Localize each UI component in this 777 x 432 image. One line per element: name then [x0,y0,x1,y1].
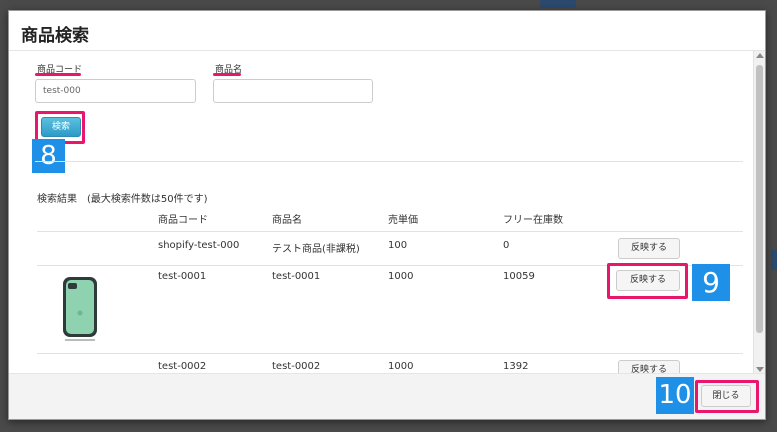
search-results-label: 検索結果 (最大検索件数は50件です) [37,194,208,205]
product-code-input[interactable]: test-000 [35,79,196,103]
table-header-divider [37,231,743,232]
row-name: test-0002 [272,361,321,372]
scrollbar-thumb[interactable] [756,65,763,333]
row-price: 1000 [388,271,414,282]
row-divider [37,353,743,354]
product-code-label-underline [35,73,81,76]
row-code: test-0002 [158,361,207,372]
scroll-down-icon[interactable] [756,367,764,372]
row-name: test-0001 [272,271,321,282]
row-price: 100 [388,240,408,251]
reflect-button[interactable]: 反映する [616,270,680,291]
row-stock: 0 [503,240,510,251]
product-thumbnail [59,276,101,346]
callout-8: 8 [32,139,65,173]
product-name-label-underline [213,73,241,76]
column-header-code: 商品コード [158,215,208,226]
modal-body: 商品コード test-000 商品名 検索 8 検索結果 (最大検索件数は50件… [9,51,753,375]
callout-10: 10 [656,377,694,414]
reflect-button[interactable]: 反映する [618,238,680,259]
product-name-input[interactable] [213,79,373,103]
row-name: テスト商品(非課税) [272,244,360,255]
column-header-name: 商品名 [272,215,302,226]
row-stock: 10059 [503,271,535,282]
row-stock: 1392 [503,361,529,372]
divider [35,161,743,162]
product-search-modal: 商品検索 商品コード test-000 商品名 検索 8 検索結果 (最大検索件… [8,10,766,420]
column-header-stock: フリー在庫数 [503,215,563,226]
row-code: shopify-test-000 [158,240,240,251]
row-price: 1000 [388,361,414,372]
column-header-price: 売単価 [388,215,418,226]
callout-9: 9 [692,264,730,301]
close-button[interactable]: 閉じる [701,385,751,407]
modal-footer: 10 閉じる [9,373,765,419]
modal-scrollbar[interactable] [753,51,765,375]
background-tab [540,0,576,8]
row-code: test-0001 [158,271,207,282]
background-element [771,250,777,270]
scroll-up-icon[interactable] [756,53,764,58]
modal-header: 商品検索 [9,11,765,51]
search-button[interactable]: 検索 [41,117,81,137]
modal-title: 商品検索 [21,26,89,46]
